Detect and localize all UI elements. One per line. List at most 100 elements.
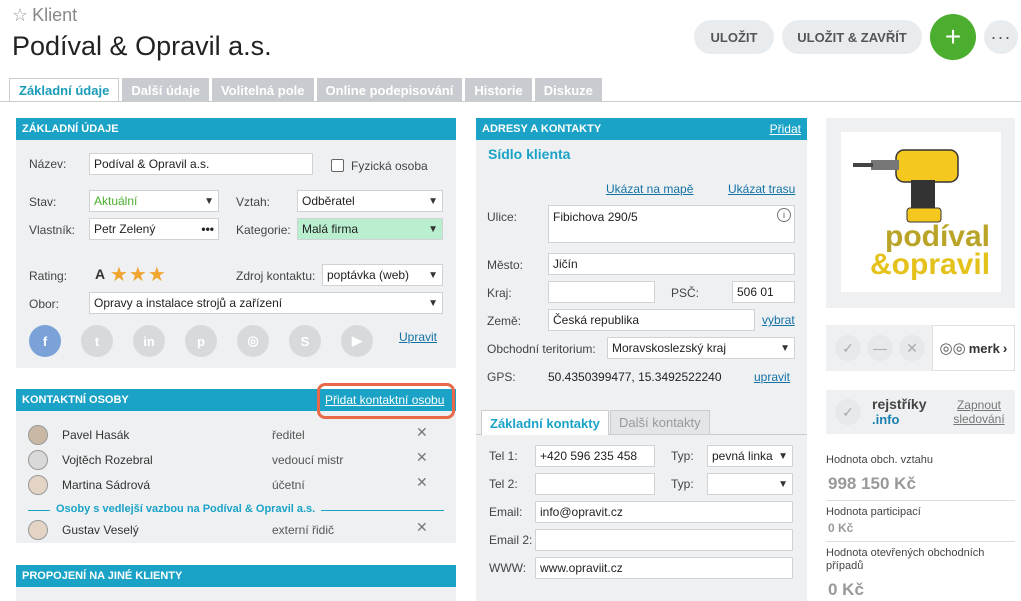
rel-value-label: Hodnota obch. vztahu: [826, 454, 934, 466]
email2-input[interactable]: [535, 529, 793, 551]
source-label: Zdroj kontaktu:: [236, 269, 316, 283]
address-title: ADRESY A KONTAKTY: [482, 123, 602, 135]
open-value: 0 Kč: [828, 580, 864, 599]
field-select[interactable]: Opravy a instalace strojů a zařízení ▼: [89, 292, 443, 314]
linked-clients-title: PROPOJENÍ NA JINÉ KLIENTY: [22, 570, 183, 582]
person-checkbox[interactable]: [331, 159, 344, 172]
gps-label: GPS:: [487, 370, 516, 384]
tab-optional[interactable]: Volitelná pole: [211, 78, 314, 102]
merk-label: merk: [968, 340, 1000, 356]
save-button[interactable]: ULOŽIT: [694, 20, 774, 54]
facebook-icon[interactable]: f: [29, 325, 61, 357]
tab-other-contacts[interactable]: Další kontakty: [610, 410, 710, 434]
remove-icon[interactable]: ✕: [416, 424, 428, 441]
city-input[interactable]: Jičín: [548, 253, 795, 275]
add-button[interactable]: +: [930, 14, 976, 60]
add-address-link[interactable]: Přidat: [770, 122, 801, 136]
more-icon[interactable]: •••: [201, 222, 214, 236]
field-label: Obor:: [29, 297, 60, 311]
more-icon[interactable]: ···: [984, 20, 1018, 54]
rating-value: A: [95, 266, 106, 282]
contact-name[interactable]: Vojtěch Rozebral: [62, 453, 153, 467]
territory-select[interactable]: Moravskoslezský kraj ▼: [607, 337, 795, 359]
divider: [826, 541, 1015, 542]
name-label: Název:: [29, 157, 67, 171]
save-close-button[interactable]: ULOŽIT & ZAVŘÍT: [782, 20, 922, 54]
skype-icon[interactable]: S: [289, 325, 321, 357]
status-label: Stav:: [29, 195, 57, 209]
logo-line2: &opravil: [870, 248, 991, 281]
close-icon[interactable]: ✕: [899, 335, 925, 361]
tab-basic-contacts[interactable]: Základní kontakty: [481, 410, 609, 435]
twitter-icon[interactable]: t: [81, 325, 113, 357]
remove-icon[interactable]: ✕: [416, 449, 428, 466]
category-label: Kategorie:: [236, 223, 291, 237]
relation-select[interactable]: Odběratel ▼: [297, 190, 443, 212]
tab-online-sign[interactable]: Online podepisování: [316, 78, 463, 102]
star-icon[interactable]: ☆: [12, 5, 28, 25]
minus-icon[interactable]: —: [867, 335, 893, 361]
tab-more[interactable]: Další údaje: [122, 78, 209, 102]
tab-basic[interactable]: Základní údaje: [9, 78, 120, 102]
rel-value: 998 150 Kč: [828, 474, 916, 493]
open-value-label: Hodnota otevřených obchodních případů: [826, 547, 985, 572]
star-rating-icon[interactable]: ★★★: [110, 262, 167, 287]
tab-discussion[interactable]: Diskuze: [534, 78, 602, 102]
basic-info-title: ZÁKLADNÍ ÚDAJE: [22, 123, 119, 135]
street-label: Ulice:: [487, 210, 518, 224]
remove-icon[interactable]: ✕: [416, 519, 428, 536]
contact-name[interactable]: Pavel Hasák: [62, 428, 129, 442]
pinterest-icon[interactable]: p: [185, 325, 217, 357]
tab-history[interactable]: Historie: [465, 78, 532, 102]
contact-name[interactable]: Gustav Veselý: [62, 523, 139, 537]
youtube-icon[interactable]: ▶: [341, 325, 373, 357]
tel2-input[interactable]: [535, 473, 655, 495]
remove-icon[interactable]: ✕: [416, 474, 428, 491]
territory-label: Obchodní teritorium:: [487, 342, 596, 356]
owner-select[interactable]: Petr Zelený •••: [89, 218, 219, 240]
country-input[interactable]: Česká republika: [548, 309, 755, 331]
check-icon[interactable]: ✓: [835, 399, 861, 425]
entity-type-label: Klient: [32, 5, 78, 25]
city-label: Město:: [487, 258, 524, 272]
chevron-down-icon: ▼: [778, 450, 788, 462]
address-section-title: Sídlo klienta: [488, 146, 571, 162]
territory-value: Moravskoslezský kraj: [612, 341, 727, 355]
page-title: Podíval & Opravil a.s.: [12, 31, 272, 61]
region-input[interactable]: [548, 281, 655, 303]
choose-country-link[interactable]: vybrat: [762, 313, 795, 327]
contact-role: ředitel: [272, 428, 305, 442]
merk-button[interactable]: ◎◎ merk ›: [932, 325, 1015, 371]
source-select[interactable]: poptávka (web) ▼: [322, 264, 443, 286]
email-input[interactable]: info@opravit.cz: [535, 501, 793, 523]
registry-line2: .info: [872, 412, 900, 427]
chevron-down-icon: ▼: [428, 195, 438, 207]
name-input[interactable]: Podíval & Opravil a.s.: [89, 153, 313, 175]
instagram-icon[interactable]: ◎: [237, 325, 269, 357]
add-contact-person-link[interactable]: Přidat kontaktní osobu: [325, 393, 444, 407]
street-input[interactable]: Fibichova 290/5: [548, 205, 795, 243]
type1-select[interactable]: pevná linka ▼: [707, 445, 793, 467]
owner-value: Petr Zelený: [94, 222, 156, 236]
show-map-link[interactable]: Ukázat na mapě: [606, 182, 693, 196]
enable-tracking-link[interactable]: Zapnout sledování: [952, 398, 1006, 426]
status-select[interactable]: Aktuální ▼: [89, 190, 219, 212]
address-header: ADRESY A KONTAKTY Přidat: [476, 118, 807, 140]
www-input[interactable]: www.opraviit.cz: [535, 557, 793, 579]
tel1-input[interactable]: +420 596 235 458: [535, 445, 655, 467]
edit-social-link[interactable]: Upravit: [399, 330, 437, 344]
gps-edit-link[interactable]: upravit: [754, 370, 790, 384]
person-label: Fyzická osoba: [351, 159, 428, 173]
check-icon[interactable]: ✓: [835, 335, 861, 361]
info-icon[interactable]: i: [777, 208, 791, 222]
avatar: [28, 425, 48, 445]
category-select[interactable]: Malá firma ▼: [297, 218, 443, 240]
show-route-link[interactable]: Ukázat trasu: [728, 182, 795, 196]
contact-name[interactable]: Martina Sádrová: [62, 478, 150, 492]
basic-info-header: ZÁKLADNÍ ÚDAJE: [16, 118, 456, 140]
type2-select[interactable]: ▼: [707, 473, 793, 495]
www-label: WWW:: [489, 561, 527, 575]
zip-input[interactable]: 506 01: [732, 281, 795, 303]
linkedin-icon[interactable]: in: [133, 325, 165, 357]
type1-label: Typ:: [671, 449, 694, 463]
